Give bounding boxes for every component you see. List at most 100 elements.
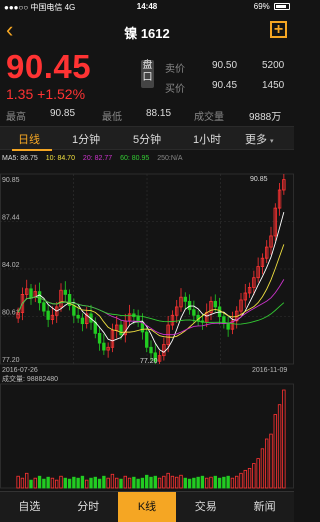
volume-bar — [277, 404, 282, 489]
page-title: 镍 1612 — [124, 26, 170, 41]
volume-bar — [205, 477, 209, 489]
volume-bar — [136, 478, 140, 489]
plus-box-icon[interactable]: + — [270, 21, 287, 38]
volume-bar — [110, 473, 115, 489]
tab-more[interactable]: 更多 ▾ — [245, 131, 274, 147]
volume-bar — [243, 469, 247, 489]
y-tick-label: 87.44 — [2, 215, 20, 222]
volume-bar — [187, 478, 192, 489]
volume-bar — [33, 477, 37, 489]
volume-bar — [59, 475, 63, 489]
bottom-tab-watchlist[interactable]: 自选 — [0, 492, 59, 522]
candle — [145, 331, 149, 348]
volume-bar — [145, 474, 149, 489]
volume-bar — [226, 475, 230, 489]
bid-volume: 1450 — [262, 80, 285, 91]
volume-bar — [97, 478, 102, 489]
volume-bar — [123, 475, 127, 489]
ask-label: 卖价 — [165, 64, 185, 75]
volume-bar — [85, 479, 89, 489]
period-tabs: 日线 1分钟 5分钟 1小时 更多 ▾ — [0, 126, 294, 151]
volume-bar — [183, 477, 187, 489]
battery-indicator: 69% — [254, 2, 290, 11]
y-tick-label: 77.20 — [2, 357, 20, 364]
low-value: 88.15 — [146, 108, 172, 119]
start-date-label: 2016-07-26 — [2, 367, 38, 374]
chevron-down-icon: ▾ — [270, 138, 274, 145]
low-label: 最低 — [102, 112, 122, 123]
volume-bar — [175, 476, 179, 489]
volume-bar — [119, 478, 123, 489]
volume-bar — [115, 477, 119, 489]
volume-bar — [282, 389, 286, 489]
candle — [119, 324, 123, 336]
status-bar: ●●●○○ 中国电信 4G 14:48 69% — [0, 0, 294, 14]
volume-bar — [260, 448, 265, 489]
volume-bar — [42, 478, 46, 489]
volume-label: 成交量 — [194, 112, 224, 123]
volume-bar — [157, 477, 162, 489]
candle — [226, 323, 230, 330]
order-book-button[interactable]: 盘口 — [141, 60, 154, 88]
y-tick-label: 84.02 — [2, 262, 20, 269]
volume-bar — [149, 476, 153, 489]
ask-volume: 5200 — [262, 60, 285, 71]
candle — [76, 314, 80, 319]
volume-bar — [265, 438, 269, 489]
kline-chart[interactable]: 90.8587.4484.0280.6177.2090.8577.202016-… — [0, 166, 294, 490]
volume-bar — [192, 477, 196, 489]
bid-row: 买价 — [165, 80, 185, 95]
battery-percent: 69% — [253, 2, 270, 11]
volume-bar — [196, 476, 200, 489]
volume-bar — [37, 475, 42, 489]
volume-bar — [93, 476, 97, 489]
volume-bar — [63, 477, 67, 489]
volume-bar — [273, 414, 277, 489]
volume-bar — [213, 475, 217, 489]
candle — [29, 288, 33, 298]
change-value: 1.35 — [6, 86, 34, 102]
ma20-legend: 20: 82.77 — [82, 155, 113, 162]
volume-bar — [166, 472, 170, 489]
candle — [42, 302, 46, 312]
ma-legend: MA5: 86.75 10: 84.70 20: 82.77 60: 80.95… — [2, 155, 189, 165]
ma60-legend: 60: 80.95 — [120, 155, 150, 162]
volume-bar — [256, 458, 260, 489]
navigation-bar: ‹ 镍 1612 + — [0, 16, 294, 46]
bid-label: 买价 — [165, 84, 185, 95]
volume-bar — [67, 478, 72, 489]
tab-1hour[interactable]: 1小时 — [193, 131, 221, 147]
candle — [102, 342, 106, 351]
ma250-legend: 250:N/A — [157, 155, 183, 162]
volume-bar — [20, 477, 25, 489]
candle — [37, 291, 42, 304]
bottom-tab-news[interactable]: 新闻 — [235, 492, 294, 522]
volume-bar — [46, 476, 50, 489]
volume-bar — [239, 472, 243, 489]
tab-daily[interactable]: 日线 — [18, 131, 40, 147]
candle — [149, 346, 153, 354]
volume-bar — [252, 463, 256, 489]
volume-value: 9888万 — [249, 112, 282, 123]
bid-price: 90.45 — [212, 80, 238, 91]
volume-bar — [16, 475, 20, 489]
volume-bar — [162, 475, 166, 489]
end-date-label: 2016-11-09 — [252, 367, 287, 374]
max-price-label: 90.85 — [250, 176, 268, 183]
candle — [187, 300, 192, 311]
bottom-tab-trade[interactable]: 交易 — [176, 492, 235, 522]
volume-total-label: 成交量: 98882480 — [2, 374, 58, 383]
day-stats: 最高 90.85 最低 88.15 成交量 9888万 — [6, 108, 288, 123]
ask-row: 卖价 — [165, 60, 185, 75]
price-change: 1.35 +1.52% — [6, 86, 85, 102]
volume-bar — [200, 475, 205, 489]
volume-bar — [179, 474, 183, 489]
volume-bar — [132, 476, 136, 489]
candle — [97, 332, 102, 344]
volume-bar — [106, 477, 110, 489]
candle — [192, 309, 196, 316]
bottom-tab-intraday[interactable]: 分时 — [59, 492, 118, 522]
tab-5min[interactable]: 5分钟 — [133, 131, 161, 147]
tab-1min[interactable]: 1分钟 — [72, 131, 100, 147]
bottom-tab-kline[interactable]: K线 — [117, 492, 177, 522]
